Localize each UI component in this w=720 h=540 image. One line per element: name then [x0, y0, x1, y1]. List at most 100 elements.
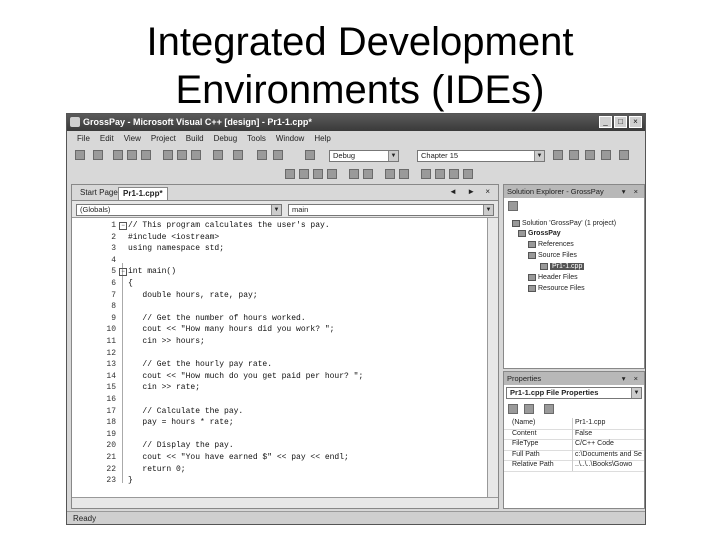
- code-line[interactable]: 1−// This program calculates the user's …: [72, 220, 490, 232]
- tab-nav-controls[interactable]: ◄ ► ×: [449, 187, 494, 196]
- alphabetical-icon[interactable]: [524, 404, 534, 414]
- code-line[interactable]: 18 pay = hours * rate;: [72, 417, 490, 429]
- quick-info-icon[interactable]: [313, 169, 323, 179]
- tree-item-project[interactable]: GrossPay: [518, 229, 561, 239]
- code-line[interactable]: 15 cin >> rate;: [72, 382, 490, 394]
- increase-indent-icon[interactable]: [363, 169, 373, 179]
- property-row[interactable]: Relative Path ..\..\..\Books\Gowo: [504, 460, 644, 472]
- uncomment-lines-icon[interactable]: [399, 169, 409, 179]
- code-line[interactable]: 2 #include <iostream>: [72, 232, 490, 244]
- code-line[interactable]: 16: [72, 394, 490, 406]
- tree-item-pr1-1-cpp[interactable]: Pr1-1.cpp: [540, 262, 585, 272]
- code-line[interactable]: 3 using namespace std;: [72, 243, 490, 255]
- member-combo[interactable]: main ▼: [288, 204, 494, 216]
- minimize-button[interactable]: _: [599, 116, 612, 128]
- display-object-icon[interactable]: [285, 169, 295, 179]
- save-all-icon[interactable]: [141, 150, 151, 160]
- property-value[interactable]: ..\..\..\Books\Gowo: [572, 460, 645, 471]
- complete-word-icon[interactable]: [327, 169, 337, 179]
- paste-icon[interactable]: [191, 150, 201, 160]
- menu-debug[interactable]: Debug: [214, 132, 238, 146]
- collapse-toggle-icon[interactable]: −: [119, 268, 127, 277]
- code-line[interactable]: 23}: [72, 475, 490, 487]
- save-icon[interactable]: [127, 150, 137, 160]
- undo-icon[interactable]: [213, 150, 223, 160]
- properties-controls[interactable]: ▾ ×: [622, 372, 641, 385]
- navigate-back-icon[interactable]: [257, 150, 267, 160]
- code-line[interactable]: 8: [72, 301, 490, 313]
- solution-explorer-icon[interactable]: [569, 150, 579, 160]
- property-value[interactable]: Pr1-1.cpp: [572, 418, 645, 429]
- collapse-toggle-icon[interactable]: −: [119, 222, 127, 230]
- tree-item-source-files[interactable]: Source Files: [528, 251, 577, 261]
- solution-config-combo[interactable]: Debug ▼: [329, 150, 399, 162]
- line-number: 21: [106, 453, 116, 462]
- class-view-icon[interactable]: [619, 150, 629, 160]
- comment-lines-icon[interactable]: [385, 169, 395, 179]
- menu-edit[interactable]: Edit: [100, 132, 114, 146]
- redo-icon[interactable]: [233, 150, 243, 160]
- code-line[interactable]: 13 // Get the hourly pay rate.: [72, 359, 490, 371]
- properties-object-value: Pr1-1.cpp File Properties: [510, 388, 599, 397]
- code-line[interactable]: 4: [72, 255, 490, 267]
- editor-vertical-scrollbar[interactable]: [487, 218, 498, 500]
- previous-bookmark-icon[interactable]: [449, 169, 459, 179]
- menu-help[interactable]: Help: [314, 132, 330, 146]
- code-line[interactable]: 9 // Get the number of hours worked.: [72, 313, 490, 325]
- window-titlebar[interactable]: GrossPay - Microsoft Visual C++ [design]…: [67, 114, 645, 131]
- start-debug-icon[interactable]: [305, 150, 315, 160]
- maximize-button[interactable]: □: [614, 116, 627, 128]
- copy-icon[interactable]: [177, 150, 187, 160]
- menu-build[interactable]: Build: [186, 132, 204, 146]
- menu-file[interactable]: File: [77, 132, 90, 146]
- code-line[interactable]: 7 double hours, rate, pay;: [72, 290, 490, 302]
- code-line[interactable]: 14 cout << "How much do you get paid per…: [72, 371, 490, 383]
- next-bookmark-icon[interactable]: [435, 169, 445, 179]
- menu-view[interactable]: View: [124, 132, 141, 146]
- close-button[interactable]: ×: [629, 116, 642, 128]
- add-item-icon[interactable]: [93, 150, 103, 160]
- code-line[interactable]: 11 cin >> hours;: [72, 336, 490, 348]
- editor-horizontal-scrollbar[interactable]: [72, 497, 498, 508]
- solution-explorer-controls[interactable]: ▾ ×: [622, 185, 641, 198]
- code-line[interactable]: 5− int main(): [72, 266, 490, 278]
- tree-item-resource-files[interactable]: Resource Files: [528, 284, 585, 294]
- clear-bookmarks-icon[interactable]: [463, 169, 473, 179]
- tree-item-header-files[interactable]: Header Files: [528, 273, 578, 283]
- code-line[interactable]: 17 // Calculate the pay.: [72, 406, 490, 418]
- open-file-icon[interactable]: [113, 150, 123, 160]
- scope-combo[interactable]: (Globals) ▼: [76, 204, 282, 216]
- code-line[interactable]: 6{: [72, 278, 490, 290]
- cut-icon[interactable]: [163, 150, 173, 160]
- tab-start-page[interactable]: Start Page: [76, 187, 122, 199]
- property-pages-icon[interactable]: [544, 404, 554, 414]
- decrease-indent-icon[interactable]: [349, 169, 359, 179]
- properties-object-combo[interactable]: Pr1-1.cpp File Properties ▼: [506, 387, 642, 399]
- code-line[interactable]: 19: [72, 429, 490, 441]
- tree-item-references[interactable]: References: [528, 240, 574, 250]
- find-in-files-icon[interactable]: [553, 150, 563, 160]
- tree-item-solution[interactable]: Solution 'GrossPay' (1 project): [512, 219, 616, 229]
- code-line[interactable]: 10 cout << "How many hours did you work?…: [72, 324, 490, 336]
- code-line[interactable]: 20 // Display the pay.: [72, 440, 490, 452]
- menu-project[interactable]: Project: [151, 132, 176, 146]
- toggle-bookmark-icon[interactable]: [421, 169, 431, 179]
- code-line[interactable]: 12: [72, 348, 490, 360]
- properties-window-icon[interactable]: [585, 150, 595, 160]
- code-line[interactable]: 22 return 0;: [72, 464, 490, 476]
- code-text-area[interactable]: 1−// This program calculates the user's …: [72, 218, 490, 500]
- tab-pr1-1-cpp[interactable]: Pr1-1.cpp*: [118, 187, 168, 200]
- find-combo[interactable]: Chapter 15 ▼: [417, 150, 545, 162]
- code-line[interactable]: 21 cout << "You have earned $" << pay <<…: [72, 452, 490, 464]
- properties-icon[interactable]: [508, 201, 518, 211]
- toolbox-icon[interactable]: [601, 150, 611, 160]
- categorized-icon[interactable]: [508, 404, 518, 414]
- parameter-info-icon[interactable]: [299, 169, 309, 179]
- property-value[interactable]: c:\Documents and Se: [572, 449, 645, 460]
- menu-window[interactable]: Window: [276, 132, 304, 146]
- new-project-icon[interactable]: [75, 150, 85, 160]
- menu-tools[interactable]: Tools: [247, 132, 266, 146]
- property-value[interactable]: C/C++ Code: [572, 439, 645, 450]
- property-value[interactable]: False: [572, 428, 645, 439]
- navigate-forward-icon[interactable]: [273, 150, 283, 160]
